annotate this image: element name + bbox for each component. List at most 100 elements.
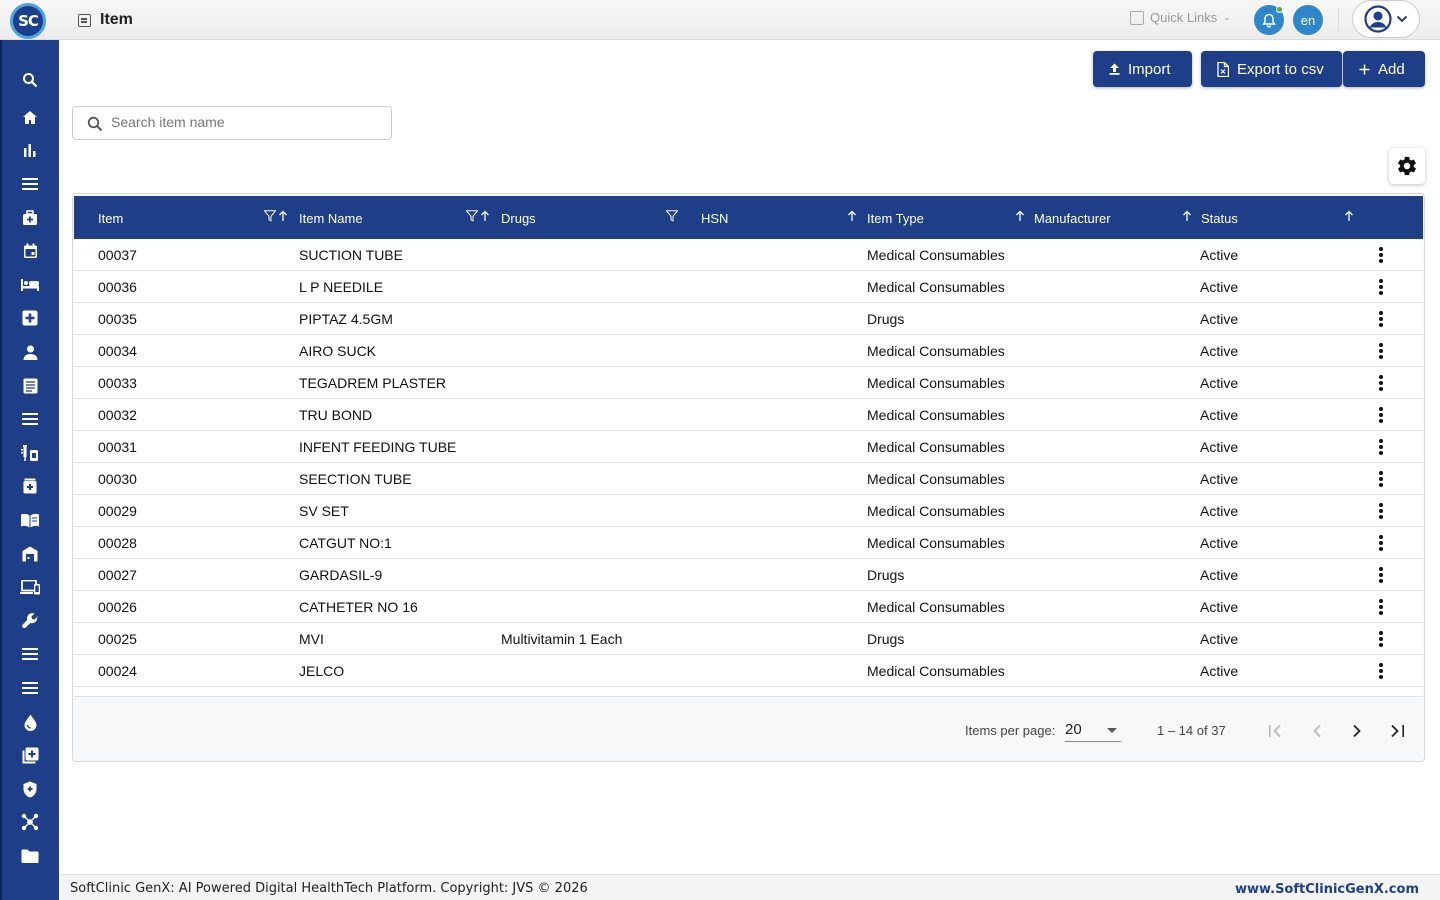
store-icon[interactable]	[20, 544, 40, 564]
cell-item: 00031	[98, 439, 137, 455]
first-page-button[interactable]	[1265, 719, 1289, 743]
next-page-button[interactable]	[1345, 719, 1369, 743]
row-actions-menu-icon[interactable]	[1376, 630, 1386, 648]
quick-links-menu[interactable]: Quick Links ⌄	[1130, 10, 1231, 25]
row-actions-menu-icon[interactable]	[1376, 310, 1386, 328]
hsn-sort[interactable]	[847, 210, 857, 222]
table-row[interactable]: 00036 L P NEEDILE Medical Consumables Activ…	[74, 271, 1423, 303]
menu-icon[interactable]	[20, 644, 40, 664]
row-actions-menu-icon[interactable]	[1376, 502, 1386, 520]
menu-icon[interactable]	[20, 174, 40, 194]
header-manufacturer[interactable]: Manufacturer	[1034, 211, 1111, 226]
divider	[1338, 8, 1339, 32]
header-drugs[interactable]: Drugs	[501, 211, 536, 226]
row-actions-menu-icon[interactable]	[1376, 566, 1386, 584]
cell-item-name: CATGUT NO:1	[299, 535, 392, 551]
add-record-icon[interactable]	[20, 745, 40, 765]
row-actions-menu-icon[interactable]	[1376, 662, 1386, 680]
sort-arrow-up-icon[interactable]	[1182, 210, 1192, 222]
item-type-sort[interactable]	[1015, 210, 1025, 222]
table-row[interactable]: 00027 GARDASIL-9 Drugs Active	[74, 559, 1423, 591]
table-row[interactable]: 00026 CATHETER NO 16 Medical Consumables Ac…	[74, 591, 1423, 623]
notifications-button[interactable]	[1254, 5, 1284, 35]
last-page-button[interactable]	[1385, 719, 1409, 743]
table-row[interactable]: 00035 PIPTAZ 4.5GM Drugs Active	[74, 303, 1423, 335]
manufacturer-sort[interactable]	[1182, 210, 1192, 222]
upload-icon	[1109, 63, 1120, 75]
blood-drop-icon[interactable]	[20, 712, 40, 732]
item-name-column-controls[interactable]	[466, 210, 490, 222]
home-icon[interactable]	[20, 107, 40, 127]
row-actions-menu-icon[interactable]	[1376, 278, 1386, 296]
drugs-column-controls[interactable]	[666, 210, 678, 222]
row-actions-menu-icon[interactable]	[1376, 598, 1386, 616]
bed-icon[interactable]	[20, 275, 40, 295]
pharmacy-icon[interactable]	[20, 476, 40, 496]
table-row[interactable]: 00031 INFENT FEEDING TUBE Medical Consumab…	[74, 431, 1423, 463]
item-column-controls[interactable]	[264, 210, 288, 222]
search-icon[interactable]	[20, 70, 40, 90]
items-per-page-select[interactable]: 20	[1065, 716, 1121, 742]
lab-icon[interactable]	[20, 443, 40, 463]
row-actions-menu-icon[interactable]	[1376, 438, 1386, 456]
language-button[interactable]: en	[1293, 5, 1323, 35]
sort-arrow-up-icon[interactable]	[278, 210, 288, 222]
search-input[interactable]	[111, 114, 381, 130]
cell-item: 00025	[98, 631, 137, 647]
header-hsn[interactable]: HSN	[701, 211, 728, 226]
header-status[interactable]: Status	[1201, 211, 1238, 226]
chart-icon[interactable]	[20, 140, 40, 160]
row-actions-menu-icon[interactable]	[1376, 406, 1386, 424]
table-row[interactable]: 00032 TRU BOND Medical Consumables Active	[74, 399, 1423, 431]
cell-item: 00034	[98, 343, 137, 359]
sort-arrow-up-icon[interactable]	[1015, 210, 1025, 222]
table-row[interactable]: 00025 MVI Multivitamin 1 Each Drugs Active	[74, 623, 1423, 655]
cell-item-type: Medical Consumables	[867, 279, 1005, 295]
add-button[interactable]: Add	[1343, 51, 1425, 87]
cell-item: 00030	[98, 471, 137, 487]
medical-plus-icon[interactable]	[20, 308, 40, 328]
table-row[interactable]: 00037 SUCTION TUBE Medical Consumables Acti…	[74, 239, 1423, 271]
table-row[interactable]: 00028 CATGUT NO:1 Medical Consumables Activ…	[74, 527, 1423, 559]
website-link[interactable]: www.SoftClinicGenX.com	[1235, 882, 1419, 897]
export-csv-button[interactable]: Export to csv	[1201, 51, 1342, 87]
devices-icon[interactable]	[20, 577, 40, 597]
filter-icon[interactable]	[466, 210, 478, 222]
row-actions-menu-icon[interactable]	[1376, 534, 1386, 552]
table-row[interactable]: 00029 SV SET Medical Consumables Active	[74, 495, 1423, 527]
document-icon[interactable]	[20, 376, 40, 396]
book-icon[interactable]	[20, 510, 40, 530]
hub-icon[interactable]	[20, 812, 40, 832]
table-row[interactable]: 00034 AIRO SUCK Medical Consumables Active	[74, 335, 1423, 367]
header-item-type[interactable]: Item Type	[867, 211, 924, 226]
app-logo[interactable]: SC	[10, 3, 46, 39]
wrench-icon[interactable]	[20, 611, 40, 631]
person-icon[interactable]	[20, 342, 40, 362]
row-actions-menu-icon[interactable]	[1376, 374, 1386, 392]
row-actions-menu-icon[interactable]	[1376, 342, 1386, 360]
row-actions-menu-icon[interactable]	[1376, 246, 1386, 264]
medical-bag-icon[interactable]	[20, 208, 40, 228]
calendar-icon[interactable]	[20, 241, 40, 261]
table-settings-button[interactable]	[1389, 148, 1425, 184]
filter-icon[interactable]	[264, 210, 276, 222]
list-icon[interactable]	[20, 409, 40, 429]
sort-arrow-up-icon[interactable]	[480, 210, 490, 222]
filter-icon[interactable]	[666, 210, 678, 222]
menu-icon[interactable]	[20, 678, 40, 698]
header-item[interactable]: Item	[98, 211, 123, 226]
status-sort[interactable]	[1344, 210, 1354, 222]
table-row[interactable]: 00024 JELCO Medical Consumables Active	[74, 655, 1423, 687]
table-row[interactable]: 00033 TEGADREM PLASTER Medical Consumables…	[74, 367, 1423, 399]
user-menu-button[interactable]	[1352, 0, 1420, 38]
table-row[interactable]: 00030 SEECTION TUBE Medical Consumables Act…	[74, 463, 1423, 495]
sort-arrow-up-icon[interactable]	[847, 210, 857, 222]
sort-arrow-up-icon[interactable]	[1344, 210, 1354, 222]
import-button[interactable]: Import	[1093, 51, 1192, 87]
row-actions-menu-icon[interactable]	[1376, 470, 1386, 488]
previous-page-button[interactable]	[1305, 719, 1329, 743]
sidebar	[0, 40, 59, 900]
header-item-name[interactable]: Item Name	[299, 211, 363, 226]
shield-icon[interactable]	[20, 779, 40, 799]
folder-icon[interactable]	[20, 846, 40, 866]
